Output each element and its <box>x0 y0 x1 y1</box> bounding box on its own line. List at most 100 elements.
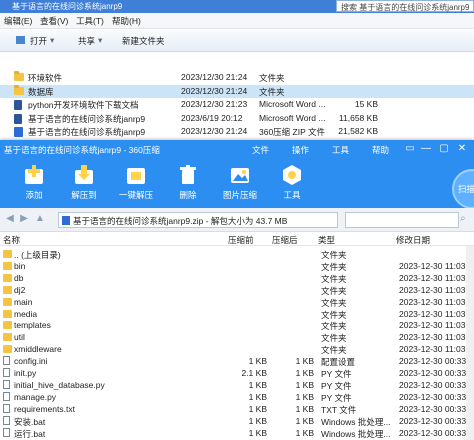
folder-icon <box>3 285 12 294</box>
archive-row[interactable]: xmiddleware 文件夹 2023-12-30 11:03 <box>0 343 474 355</box>
entry-size: 1 KB <box>295 427 314 438</box>
column-type[interactable]: 类型 <box>318 234 335 246</box>
image-compress-label: 图片压缩 <box>222 190 257 200</box>
archive-row[interactable]: bin 文件夹 2023-12-30 11:03 <box>0 260 474 272</box>
one-click-extract-label: 一键解压 <box>118 190 153 200</box>
zip-menu-file[interactable]: 文件 <box>252 144 269 156</box>
archive-row[interactable]: db 文件夹 2023-12-30 11:03 <box>0 272 474 284</box>
open-icon <box>16 36 25 44</box>
column-name[interactable]: 名称 <box>3 234 20 246</box>
file-type: 360压缩 ZIP 文件 <box>259 127 325 137</box>
explorer-menu-bar: 编辑(E) 查看(V) 工具(T) 帮助(H) <box>0 13 474 29</box>
folder-icon <box>14 71 24 81</box>
entry-packed-size: 1 KB <box>248 379 267 390</box>
zip-menu-operate[interactable]: 操作 <box>292 144 309 156</box>
archive-path-text: 基于语言的在线问诊系统janrp9.zip - 解包大小为 43.7 MB <box>73 216 288 226</box>
share-button[interactable]: 共享 <box>78 35 95 47</box>
archive-row[interactable]: requirements.txt 1 KB 1 KB TXT 文件 2023-12-30… <box>0 403 474 415</box>
zip-title-bar[interactable]: 基于语言的在线问诊系统janrp9 - 360压缩 文件 操作 工具 帮助 ▭ … <box>0 140 474 158</box>
entry-size: 1 KB <box>295 379 314 390</box>
entry-name: config.ini <box>14 356 48 367</box>
image-compress-button[interactable]: 图片压缩 <box>222 162 258 204</box>
file-size: 21,582 KB <box>338 126 378 136</box>
entry-name: init.py <box>14 368 37 378</box>
chevron-down-icon[interactable]: ▾ <box>50 35 54 46</box>
tools-button[interactable]: 工具 <box>274 162 310 204</box>
back-arrow-icon[interactable]: ◀ <box>4 213 16 227</box>
explorer-search-placeholder: 搜索 基于语言的在线问诊系统janrp9 <box>341 3 470 12</box>
archive-row[interactable]: init.py 2.1 KB 1 KB PY 文件 2023-12-30 00:33 <box>0 367 474 379</box>
zip-file-icon <box>14 127 23 137</box>
file-icon <box>3 356 10 366</box>
column-modified[interactable]: 修改日期 <box>396 234 430 246</box>
chevron-down-icon[interactable]: ▾ <box>98 35 102 46</box>
file-icon <box>3 427 10 437</box>
forward-arrow-icon[interactable]: ▶ <box>18 213 30 227</box>
archive-row[interactable]: templates 文件夹 2023-12-30 11:03 <box>0 319 474 331</box>
one-click-extract-button[interactable]: 一键解压 <box>118 162 154 204</box>
archive-row[interactable]: config.ini 1 KB 1 KB 配置设置 2023-12-30 00:33 <box>0 355 474 367</box>
entry-name: util <box>14 332 25 343</box>
zip-archive-window: 基于语言的在线问诊系统janrp9 - 360压缩 文件 操作 工具 帮助 ▭ … <box>0 140 474 440</box>
archive-row[interactable]: .. (上级目录) 文件夹 <box>0 248 474 260</box>
file-row[interactable]: 数据库 2023/12/30 21:24 文件夹 <box>0 84 474 98</box>
maximize-button[interactable]: ▢ <box>438 143 450 154</box>
archive-row[interactable]: 运行.bat 1 KB 1 KB Windows 批处理... 2023-12-30 0… <box>0 427 474 439</box>
one-click-extract-icon <box>127 168 145 184</box>
new-folder-button[interactable]: 新建文件夹 <box>122 35 165 47</box>
column-packed[interactable]: 压缩前 <box>228 234 254 246</box>
zip-file-icon <box>62 216 70 225</box>
menu-view[interactable]: 查看(V) <box>40 15 68 27</box>
file-date: 2023/12/30 21:23 <box>181 99 248 109</box>
archive-row[interactable]: initial_hive_database.py 1 KB 1 KB PY 文件 202… <box>0 379 474 391</box>
folder-icon <box>3 345 12 354</box>
file-name: 环境软件 <box>28 73 63 83</box>
entry-name: media <box>14 308 38 319</box>
archive-row[interactable]: manage.py 1 KB 1 KB PY 文件 2023-12-30 00:33 <box>0 391 474 403</box>
entry-name: xmiddleware <box>14 344 62 355</box>
add-button[interactable]: 添加 <box>16 162 52 204</box>
zip-window-title: 基于语言的在线问诊系统janrp9 - 360压缩 <box>4 145 160 155</box>
minimize-button[interactable]: — <box>420 143 432 154</box>
archive-search-input[interactable] <box>345 212 459 228</box>
search-icon[interactable]: ⌕ <box>460 213 466 224</box>
file-row[interactable]: 环境软件 2023/12/30 21:24 文件夹 <box>0 71 474 84</box>
file-row[interactable]: 基于语言的在线问诊系统janrp9 2023/12/30 21:24 360压缩 Z… <box>0 125 474 138</box>
entry-modified: 2023-12-30 00:33 <box>399 379 467 390</box>
archive-row[interactable]: main 文件夹 2023-12-30 11:03 <box>0 296 474 308</box>
file-row[interactable]: 基于语言的在线问诊系统janrp9 2023/6/19 20:12 Microsof… <box>0 112 474 125</box>
delete-button[interactable]: 删除 <box>170 162 206 204</box>
entry-modified: 2023-12-30 11:03 <box>399 284 466 295</box>
entry-type: Windows 批处理... <box>321 428 391 439</box>
archive-path-field[interactable]: 基于语言的在线问诊系统janrp9.zip - 解包大小为 43.7 MB V <box>58 212 376 228</box>
zip-menu-tools[interactable]: 工具 <box>332 144 349 156</box>
explorer-search-input[interactable]: 搜索 基于语言的在线问诊系统janrp9 <box>336 0 474 12</box>
menu-tools[interactable]: 工具(T) <box>76 15 104 27</box>
folder-icon <box>3 309 12 318</box>
file-date: 2023/12/30 21:24 <box>181 85 248 96</box>
archive-row[interactable]: dj2 文件夹 2023-12-30 11:03 <box>0 284 474 296</box>
file-type: 文件夹 <box>259 86 285 97</box>
vertical-scrollbar[interactable] <box>466 246 474 440</box>
open-button[interactable]: 打开 <box>30 35 47 47</box>
zip-menu-help[interactable]: 帮助 <box>372 144 389 156</box>
skin-button[interactable]: ▭ <box>404 143 416 154</box>
scan-label: 扫描 <box>458 184 474 194</box>
up-arrow-icon[interactable]: ▲ <box>34 213 46 227</box>
file-date: 2023/12/30 21:24 <box>181 126 248 136</box>
file-type: Microsoft Word ... <box>259 99 326 109</box>
archive-row[interactable]: util 文件夹 2023-12-30 11:03 <box>0 331 474 343</box>
menu-edit[interactable]: 编辑(E) <box>4 15 32 27</box>
archive-row[interactable]: 安装.bat 1 KB 1 KB Windows 批处理... 2023-12-30 0… <box>0 415 474 427</box>
close-button[interactable]: ✕ <box>456 143 468 154</box>
archive-row[interactable]: media 文件夹 2023-12-30 11:03 <box>0 308 474 320</box>
image-compress-icon <box>231 168 249 183</box>
column-size[interactable]: 压缩后 <box>272 234 298 246</box>
extract-to-button[interactable]: 解压到 <box>66 162 102 204</box>
entry-modified: 2023-12-30 00:33 <box>399 403 467 414</box>
menu-help[interactable]: 帮助(H) <box>112 15 141 27</box>
delete-icon <box>180 165 196 184</box>
file-row[interactable]: python开发环境软件下载文档 2023/12/30 21:23 Microsof… <box>0 98 474 111</box>
scan-button[interactable]: 扫描 <box>452 169 474 209</box>
file-name: 基于语言的在线问诊系统janrp9 <box>28 113 146 124</box>
